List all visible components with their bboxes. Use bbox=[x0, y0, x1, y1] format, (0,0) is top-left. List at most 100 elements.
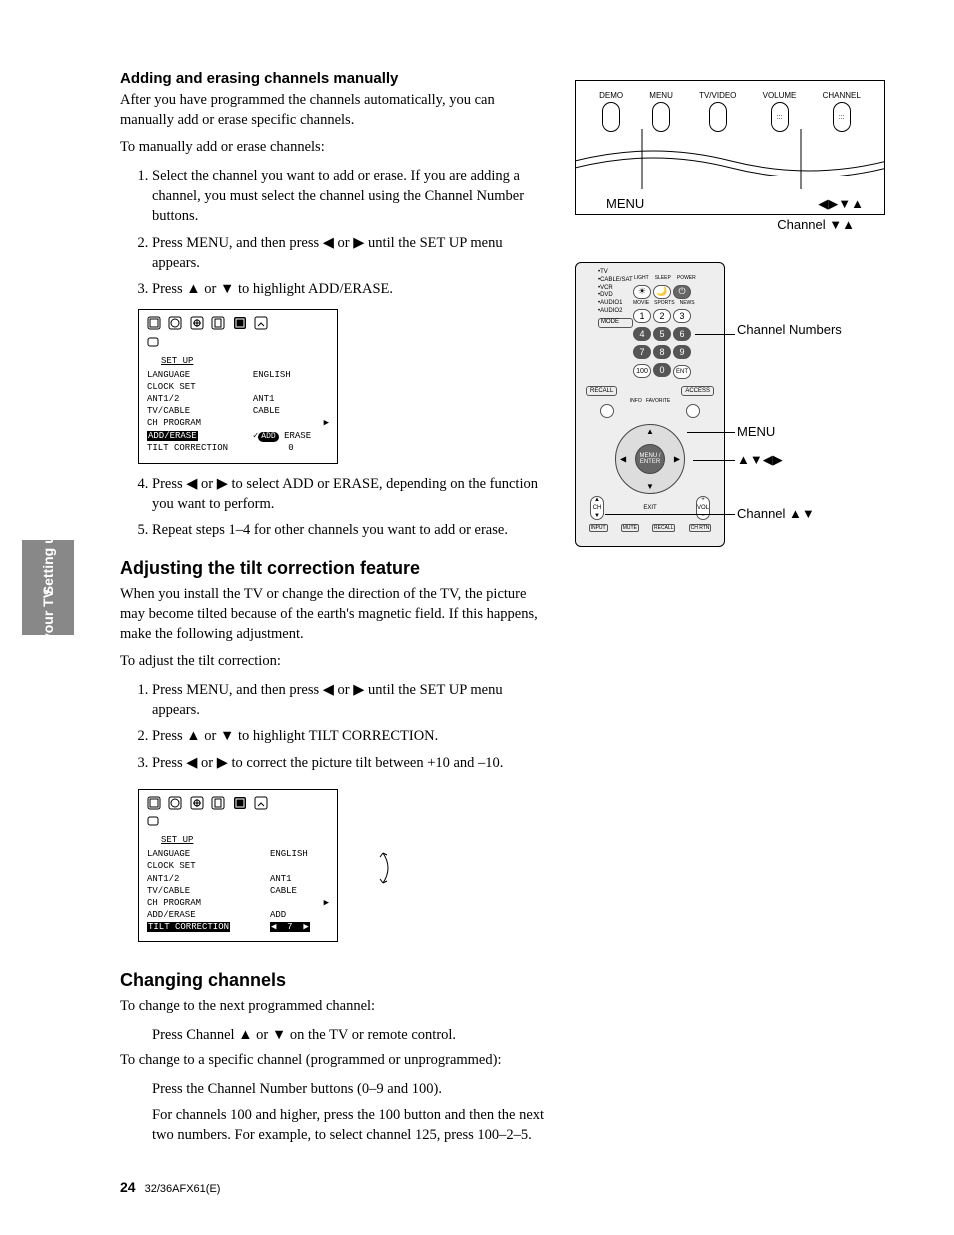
sec2-step2: Press ▲ or ▼ to highlight TILT CORRECTIO… bbox=[152, 726, 550, 746]
demo-button bbox=[602, 102, 620, 132]
num-9: 9 bbox=[673, 345, 691, 359]
vol-rocker: +VOL− bbox=[696, 496, 710, 520]
tilt-arrow-icon bbox=[368, 848, 398, 888]
favorite-button bbox=[686, 404, 700, 418]
right-arrow-icon: ▶ bbox=[217, 476, 228, 492]
sec1-heading: Adding and erasing channels manually bbox=[120, 70, 550, 87]
recall-button: RECALL bbox=[586, 386, 617, 396]
wave-cutout-icon bbox=[575, 146, 885, 176]
down-arrow-icon: ▼ bbox=[272, 1027, 286, 1043]
osd1-tab-icons bbox=[147, 316, 329, 334]
sec3-i2: Press the Channel Number buttons (0–9 an… bbox=[120, 1079, 550, 1099]
osd-screenshot-2: SET UP LANGUAGEENGLISH CLOCK SET ANT1/2A… bbox=[138, 789, 338, 942]
right-arrow-icon: ▶ bbox=[353, 235, 364, 251]
tv-menu-label: MENU bbox=[606, 196, 644, 212]
page-footer: 24 32/36AFX61(E) bbox=[120, 1179, 220, 1195]
sec1-step3: Press ▲ or ▼ to highlight ADD/ERASE. bbox=[152, 279, 550, 299]
left-arrow-icon: ◀ bbox=[323, 235, 334, 251]
num-8: 8 bbox=[653, 345, 671, 359]
osd-screenshot-1: SET UP LANGUAGEENGLISH CLOCK SET ANT1/2A… bbox=[138, 309, 338, 463]
left-arrow-icon: ◀ bbox=[186, 755, 197, 771]
right-arrow-icon: ▶ bbox=[353, 682, 364, 698]
remote-numpad: LIGHTSLEEPPOWER ☀🌙⏻ MOVIESPORTSNEWS 123 … bbox=[632, 275, 718, 380]
chrtn-button: CH RTN bbox=[689, 524, 712, 532]
right-column: DEMO MENU TV/VIDEO VOLUME::: CHANNEL::: … bbox=[575, 80, 885, 547]
sec1-steps: Select the channel you want to add or er… bbox=[120, 166, 550, 300]
sec2-intro: When you install the TV or change the di… bbox=[120, 585, 550, 644]
num-6: 6 bbox=[673, 327, 691, 341]
exit-button: EXIT bbox=[643, 505, 656, 511]
left-arrow-icon: ◀ bbox=[186, 476, 197, 492]
osd2-highlight-row: TILT CORRECTION ◀ 7 ▶ bbox=[147, 921, 329, 933]
annot-channel-numbers: Channel Numbers bbox=[737, 322, 842, 338]
tv-panel-diagram: DEMO MENU TV/VIDEO VOLUME::: CHANNEL::: … bbox=[575, 80, 885, 215]
num-100: 100 bbox=[633, 364, 651, 378]
power-button: ⏻ bbox=[673, 285, 691, 299]
up-arrow-icon: ▲ bbox=[238, 1027, 252, 1043]
sec1-step2: Press MENU, and then press ◀ or ▶ until … bbox=[152, 233, 550, 274]
guide-button bbox=[600, 404, 614, 418]
sec1-steps-cont: Press ◀ or ▶ to select ADD or ERASE, dep… bbox=[120, 474, 550, 541]
num-0: 0 bbox=[653, 363, 671, 377]
channel-button: ::: bbox=[833, 102, 851, 132]
sec1-step1: Select the channel you want to add or er… bbox=[152, 166, 550, 227]
annot-menu: MENU bbox=[737, 424, 775, 439]
main-column: Adding and erasing channels manually Aft… bbox=[120, 70, 550, 1146]
num-3: 3 bbox=[673, 309, 691, 323]
sec2-heading: Adjusting the tilt correction feature bbox=[120, 558, 550, 579]
up-arrow-icon: ▲ bbox=[186, 728, 200, 744]
osd1-title: SET UP bbox=[161, 355, 329, 367]
sec3-p1: To change to the next programmed channel… bbox=[120, 997, 550, 1017]
menu-button bbox=[652, 102, 670, 132]
sec1-step5: Repeat steps 1–4 for other channels you … bbox=[152, 520, 550, 540]
tv-channel-label: Channel ▼▲ bbox=[575, 217, 885, 232]
down-arrow-icon: ▼ bbox=[220, 728, 234, 744]
down-arrow-icon: ▼ bbox=[220, 281, 234, 297]
annot-channel-updown: Channel ▲▼ bbox=[737, 506, 815, 521]
sec1-lead: To manually add or erase channels: bbox=[120, 138, 550, 158]
ch-rocker: ▲CH▼ bbox=[590, 496, 604, 520]
tv-video-button bbox=[709, 102, 727, 132]
sec2-steps: Press MENU, and then press ◀ or ▶ until … bbox=[120, 680, 550, 773]
osd2-table: LANGUAGEENGLISH CLOCK SET ANT1/2ANT1 TV/… bbox=[147, 848, 329, 933]
access-button: ACCESS bbox=[681, 386, 714, 396]
num-5: 5 bbox=[653, 327, 671, 341]
annot-arrows: ▲▼◀▶ bbox=[737, 452, 783, 468]
up-arrow-icon: ▲ bbox=[186, 281, 200, 297]
menu-enter-button: MENU / ENTER bbox=[635, 444, 665, 474]
num-4: 4 bbox=[633, 327, 651, 341]
osd2-tab-icons bbox=[147, 796, 329, 814]
side-tab: Setting up your TV bbox=[22, 540, 74, 635]
mute-button: MUTE bbox=[621, 524, 639, 532]
sec2-step1: Press MENU, and then press ◀ or ▶ until … bbox=[152, 680, 550, 721]
sleep-button: 🌙 bbox=[653, 285, 671, 299]
sec3-heading: Changing channels bbox=[120, 970, 550, 991]
num-1: 1 bbox=[633, 309, 651, 323]
sec1-step4: Press ◀ or ▶ to select ADD or ERASE, dep… bbox=[152, 474, 550, 515]
osd1-table: LANGUAGEENGLISH CLOCK SET ANT1/2ANT1 TV/… bbox=[147, 369, 329, 455]
osd2-title: SET UP bbox=[161, 834, 329, 846]
side-tab-l2: your TV bbox=[40, 588, 56, 640]
sec3-p2: To change to a specific channel (program… bbox=[120, 1051, 550, 1071]
remote-diagram: •TV •CABLE/SAT •VCR •DVD •AUDIO1 •AUDIO2… bbox=[575, 262, 725, 547]
sec3-i1: Press Channel ▲ or ▼ on the TV or remote… bbox=[120, 1025, 550, 1045]
mode-button: MODE bbox=[598, 318, 633, 328]
osd1-highlight-row: ADD/ERASE ✓ADD ERASE bbox=[147, 430, 329, 443]
recall2-button: RECALL bbox=[652, 524, 675, 532]
doc-id: 32/36AFX61(E) bbox=[145, 1183, 221, 1195]
left-arrow-icon: ◀ bbox=[323, 682, 334, 698]
num-7: 7 bbox=[633, 345, 651, 359]
ent-button: ENT bbox=[673, 365, 691, 379]
tv-arrows-label: ◀▶▼▲ bbox=[818, 196, 864, 212]
light-button: ☀ bbox=[633, 285, 651, 299]
right-arrow-icon: ▶ bbox=[217, 755, 228, 771]
sec2-lead: To adjust the tilt correction: bbox=[120, 652, 550, 672]
nav-ring: ▲ ▼ ◀ ▶ MENU / ENTER bbox=[615, 424, 685, 494]
side-tab-l1: Setting up bbox=[40, 526, 56, 594]
volume-button: ::: bbox=[771, 102, 789, 132]
remote-mode-labels: •TV •CABLE/SAT •VCR •DVD •AUDIO1 •AUDIO2… bbox=[598, 269, 633, 328]
num-2: 2 bbox=[653, 309, 671, 323]
input-button: INPUT bbox=[589, 524, 608, 532]
sec1-intro: After you have programmed the channels a… bbox=[120, 91, 550, 130]
sec2-step3: Press ◀ or ▶ to correct the picture tilt… bbox=[152, 753, 550, 773]
